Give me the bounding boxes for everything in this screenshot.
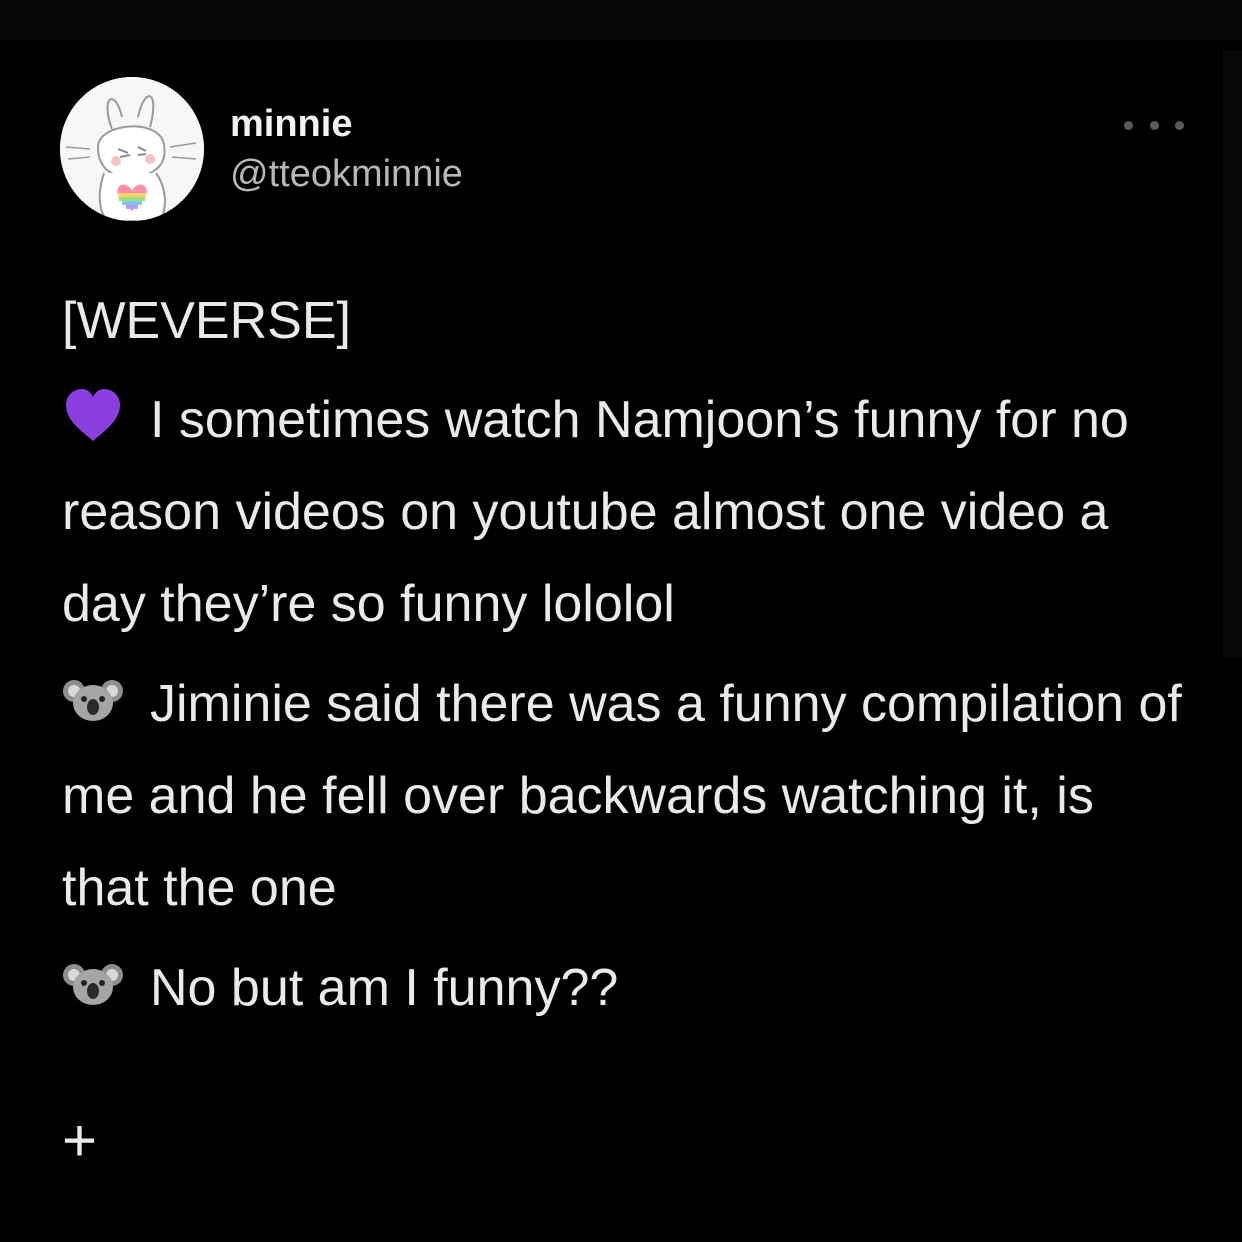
user-handle[interactable]: @tteokminnie [230,150,463,198]
plus-icon: + [62,1107,98,1174]
scroll-edge [1222,50,1242,658]
more-horizontal-icon-dot [1149,120,1159,130]
quote-text: No but am I funny?? [150,959,619,1017]
quote-item: I sometimes watch Namjoon’s funny for no… [62,374,1182,650]
koala-icon [62,953,124,1015]
quote-item: No but am I funny?? [62,942,1182,1034]
purple-heart-icon [62,385,124,447]
quote-text: Jiminie said there was a funny compilati… [62,675,1182,917]
koala-icon [62,669,124,731]
avatar[interactable] [60,77,204,221]
more-horizontal-icon [1124,120,1133,130]
quote-text: I sometimes watch Namjoon’s funny for no… [62,391,1129,633]
quote-item: Jiminie said there was a funny compilati… [62,658,1182,934]
top-strip [0,0,1242,40]
source-tag: [WEVERSE] [62,292,351,350]
more-options-button[interactable] [1124,110,1184,140]
more-horizontal-icon-dot [1175,120,1184,130]
tweet-text: [WEVERSE] I sometimes watch Namjoon’s fu… [62,286,1182,1042]
display-name[interactable]: minnie [230,100,352,148]
bunny-avatar-icon [60,77,204,221]
